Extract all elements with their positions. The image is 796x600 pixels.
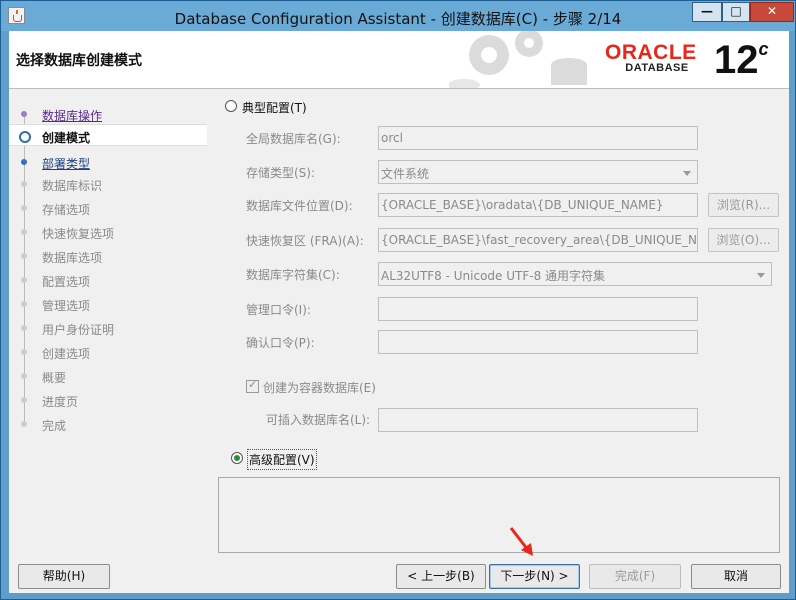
close-button[interactable]: ✕ [750,2,794,22]
step-dot-icon [21,325,27,331]
admin-password-input[interactable] [378,297,698,321]
pluggable-db-name-label: 可插入数据库名(L): [266,413,371,427]
confirm-password-label: 确认口令(P): [246,336,315,350]
confirm-password-input[interactable] [378,330,698,354]
next-button[interactable]: 下一步(N) > [489,564,580,589]
dbca-window: Database Configuration Assistant - 创建数据库… [0,0,796,600]
nav-step-label: 创建选项 [42,347,91,361]
charset-value: AL32UTF8 - Unicode UTF-8 通用字符集 [381,269,606,283]
version-logo: 12c [714,38,769,83]
radio-unchecked-icon [225,100,237,112]
step-dot-icon [21,397,27,403]
help-button[interactable]: 帮助(H) [18,564,110,589]
cancel-button[interactable]: 取消 [691,564,781,589]
step-dot-icon [21,159,27,165]
step-navigation: 数据库操作 创建模式 部署类型 数据库标识 存储选项 快速恢复选项 数据库选项 … [9,89,207,549]
typical-config-label: 典型配置(T) [242,101,307,115]
step-dot-icon [21,349,27,355]
nav-step-label: 部署类型 [42,157,91,171]
step-dot-icon [21,253,27,259]
nav-step-fast-recovery: 快速恢复选项 [9,221,207,243]
finish-button: 完成(F) [589,564,681,589]
dropdown-arrow-icon [757,273,765,278]
nav-step-creation-options: 创建选项 [9,341,207,363]
window-title: Database Configuration Assistant - 创建数据库… [174,10,622,28]
step-dot-icon [21,111,27,117]
nav-step-deployment-type[interactable]: 部署类型 [9,151,207,173]
container-db-label: 创建为容器数据库(E) [263,381,376,395]
nav-step-label: 数据库选项 [42,251,103,265]
dropdown-arrow-icon [683,171,691,176]
nav-step-config-options: 配置选项 [9,269,207,291]
nav-step-storage: 存储选项 [9,197,207,219]
global-db-name-input[interactable]: orcl [378,126,698,150]
current-step-icon [19,131,31,143]
nav-step-finish: 完成 [9,413,207,435]
maximize-button[interactable]: □ [722,2,750,22]
step-dot-icon [21,229,27,235]
step-dot-icon [21,301,27,307]
nav-step-label: 管理选项 [42,299,91,313]
nav-step-label: 用户身份证明 [42,323,115,337]
nav-step-label: 创建模式 [42,131,91,145]
nav-step-label: 数据库标识 [42,179,103,193]
step-header: 选择数据库创建模式 ORACLE DATABASE 12c [9,31,789,89]
storage-type-value: 文件系统 [381,167,430,181]
db-file-location-label: 数据库文件位置(D): [246,199,353,213]
nav-step-creation-mode[interactable]: 创建模式 [9,124,207,146]
dialog-content: 选择数据库创建模式 ORACLE DATABASE 12c 数据库操作 创建模式… [9,31,789,593]
page-title: 选择数据库创建模式 [16,53,142,69]
nav-step-credentials: 用户身份证明 [9,317,207,339]
nav-step-management: 管理选项 [9,293,207,315]
config-details-box [218,477,780,553]
admin-password-label: 管理口令(I): [246,303,311,317]
nav-step-db-options: 数据库选项 [9,245,207,267]
browse-fra-button[interactable]: 浏览(O)... [708,228,779,252]
storage-type-select[interactable]: 文件系统 [378,160,698,184]
minimize-button[interactable]: — [692,2,722,22]
back-button[interactable]: < 上一步(B) [396,564,486,589]
nav-step-label: 完成 [42,419,67,433]
step-dot-icon [21,421,27,427]
config-panel: 典型配置(T) 全局数据库名(G): orcl 存储类型(S): 文件系统 数据… [217,89,781,529]
nav-step-db-identification: 数据库标识 [9,173,207,195]
step-dot-icon [21,181,27,187]
nav-step-label: 概要 [42,371,67,385]
nav-step-label: 配置选项 [42,275,91,289]
nav-step-label: 数据库操作 [42,109,103,123]
browse-db-files-button[interactable]: 浏览(R)... [708,193,779,217]
radio-checked-icon [231,452,243,464]
storage-type-label: 存储类型(S): [246,166,316,180]
fra-label: 快速恢复区 (FRA)(A): [246,234,364,248]
step-dot-icon [21,205,27,211]
charset-select[interactable]: AL32UTF8 - Unicode UTF-8 通用字符集 [378,262,772,286]
annotation-arrow-icon [509,527,533,556]
version-suffix: c [758,38,769,59]
container-db-checkbox[interactable] [246,378,259,393]
advanced-config-label: 高级配置(V) [247,449,317,470]
nav-step-db-operation[interactable]: 数据库操作 [9,103,207,125]
global-db-name-label: 全局数据库名(G): [246,132,341,146]
nav-step-progress: 进度页 [9,389,207,411]
nav-step-summary: 概要 [9,365,207,387]
db-file-location-input[interactable]: {ORACLE_BASE}\oradata\{DB_UNIQUE_NAME} [378,193,698,217]
nav-step-label: 进度页 [42,395,79,409]
nav-step-label: 快速恢复选项 [42,227,115,241]
oracle-logo: ORACLE DATABASE [605,41,709,74]
version-number: 12 [714,38,759,82]
title-bar[interactable]: Database Configuration Assistant - 创建数据库… [1,1,795,31]
fra-input[interactable]: {ORACLE_BASE}\fast_recovery_area\{DB_UNI… [378,228,698,252]
pluggable-db-name-input[interactable] [378,408,698,432]
step-dot-icon [21,277,27,283]
gears-decoration-icon [449,31,587,88]
nav-step-label: 存储选项 [42,203,91,217]
step-dot-icon [21,373,27,379]
charset-label: 数据库字符集(C): [246,268,340,282]
